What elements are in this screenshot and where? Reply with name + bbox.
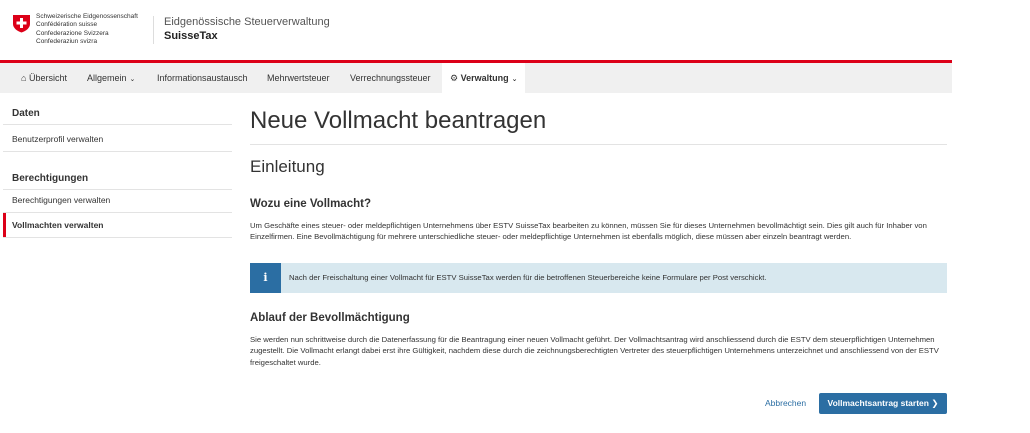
nav-item-label: Allgemein bbox=[87, 73, 127, 83]
nav-item-label: Informationsaustausch bbox=[157, 73, 248, 83]
gear-icon: ⚙ bbox=[450, 73, 459, 83]
chevron-down-icon: ⌄ bbox=[129, 76, 136, 83]
sidebar-active-indicator bbox=[3, 213, 6, 237]
nav-item-informationsaustausch[interactable]: Informationsaustausch bbox=[157, 63, 248, 93]
agency-name: Eidgenössische Steuerverwaltung bbox=[164, 16, 330, 28]
sidebar-section-daten: Daten bbox=[12, 108, 40, 119]
sidebar-section-berechtigungen: Berechtigungen bbox=[12, 173, 89, 184]
nav-item-label: Verrechnungssteuer bbox=[350, 73, 431, 83]
nav-item-verwaltung[interactable]: ⚙ Verwaltung ⌄ bbox=[442, 63, 526, 93]
start-request-button[interactable]: Vollmachtsantrag starten ❯ bbox=[819, 393, 947, 414]
section-title: Einleitung bbox=[250, 157, 325, 176]
header-divider bbox=[153, 16, 154, 44]
chevron-right-icon: ❯ bbox=[931, 398, 939, 408]
app-name[interactable]: SuisseTax bbox=[164, 29, 330, 43]
main-navigation: ⌂ Übersicht Allgemein ⌄ Informationsausta… bbox=[0, 63, 952, 93]
process-heading: Ablauf der Bevollmächtigung bbox=[250, 312, 410, 324]
sidebar-item-vollmachten[interactable]: Vollmachten verwalten bbox=[12, 220, 103, 230]
info-box: i Nach der Freischaltung einer Vollmacht… bbox=[250, 263, 947, 293]
confederation-name-it: Confederazione Svizzera bbox=[36, 29, 109, 37]
nav-item-verrechnungssteuer[interactable]: Verrechnungssteuer bbox=[350, 63, 431, 93]
site-header: Schweizerische Eidgenossenschaft Confédé… bbox=[0, 0, 952, 60]
chevron-down-icon: ⌄ bbox=[511, 76, 518, 83]
sidebar-item-berechtigungen[interactable]: Berechtigungen verwalten bbox=[12, 195, 110, 205]
why-heading: Wozu eine Vollmacht? bbox=[250, 198, 371, 210]
nav-item-allgemein[interactable]: Allgemein ⌄ bbox=[87, 63, 135, 93]
info-text: Nach der Freischaltung einer Vollmacht f… bbox=[289, 273, 767, 282]
nav-item-label: Übersicht bbox=[28, 73, 67, 83]
sidebar-item-benutzerprofil[interactable]: Benutzerprofil verwalten bbox=[12, 134, 103, 144]
start-request-label: Vollmachtsantrag starten bbox=[827, 398, 929, 408]
process-paragraph: Sie werden nun schrittweise durch die Da… bbox=[250, 335, 939, 367]
divider bbox=[3, 212, 232, 213]
confederation-name-fr: Confédération suisse bbox=[36, 21, 98, 29]
cancel-link[interactable]: Abbrechen bbox=[765, 398, 806, 408]
why-paragraph: Um Geschäfte eines steuer- oder meldepfl… bbox=[250, 221, 927, 242]
divider bbox=[3, 237, 232, 238]
confederation-names: Schweizerische Eidgenossenschaft Confédé… bbox=[36, 13, 138, 46]
nav-item-label: Verwaltung bbox=[460, 73, 509, 83]
page-title: Neue Vollmacht beantragen bbox=[250, 107, 547, 134]
divider bbox=[3, 151, 232, 152]
confederation-name-de: Schweizerische Eidgenossenschaft bbox=[36, 13, 138, 20]
divider bbox=[3, 124, 232, 125]
nav-item-uebersicht[interactable]: ⌂ Übersicht bbox=[21, 63, 67, 93]
divider bbox=[3, 189, 232, 190]
confederation-name-rm: Confederaziun svizra bbox=[36, 37, 98, 45]
info-icon: i bbox=[250, 263, 281, 293]
title-divider bbox=[250, 144, 947, 145]
agency-block: Eidgenössische Steuerverwaltung SuisseTa… bbox=[164, 16, 330, 43]
nav-item-mehrwertsteuer[interactable]: Mehrwertsteuer bbox=[267, 63, 330, 93]
nav-item-label: Mehrwertsteuer bbox=[267, 73, 330, 83]
swiss-cross-icon[interactable] bbox=[12, 14, 31, 33]
home-icon: ⌂ bbox=[21, 73, 27, 83]
